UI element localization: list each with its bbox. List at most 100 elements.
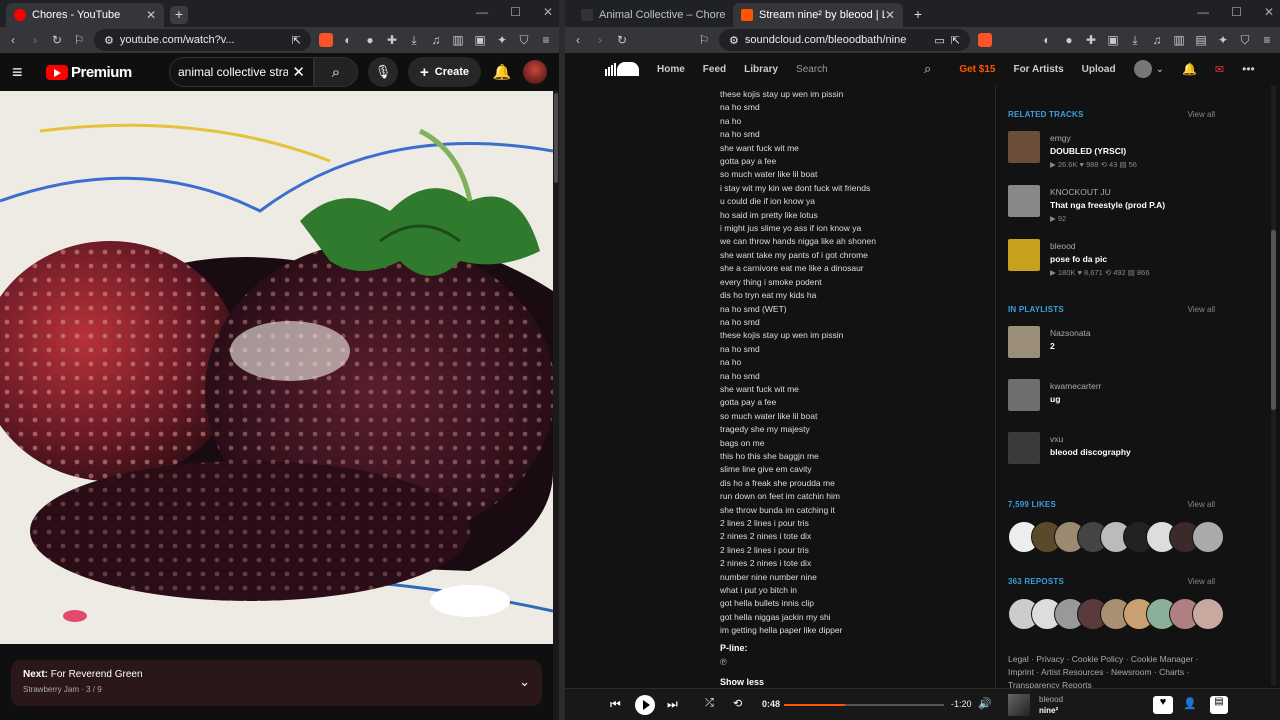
notifications-bell-icon[interactable]: 🔔 bbox=[491, 63, 513, 81]
back-icon[interactable]: ‹ bbox=[6, 33, 20, 47]
related-view-all-link[interactable]: View all bbox=[1188, 110, 1215, 119]
playlists-view-all-link[interactable]: View all bbox=[1188, 305, 1215, 314]
progress-bar[interactable] bbox=[784, 704, 944, 706]
create-button[interactable]: + Create bbox=[407, 57, 481, 87]
close-tab-icon[interactable]: ✕ bbox=[885, 8, 895, 22]
page-scrollbar[interactable] bbox=[1271, 85, 1276, 685]
address-bar[interactable]: ⚙ soundcloud.com/bleoodbath/nine ▭ ⇱ bbox=[719, 29, 970, 51]
item-user[interactable]: KNOCKOUT JU bbox=[1050, 187, 1111, 197]
shuffle-icon[interactable]: ⤮ bbox=[705, 697, 714, 710]
search-icon[interactable]: ⌕ bbox=[924, 61, 931, 77]
voice-search-button[interactable]: 🎙 bbox=[367, 57, 398, 87]
playlist-item[interactable]: vxu bleood discography bbox=[1008, 432, 1228, 466]
search-button[interactable]: ⌕ bbox=[313, 57, 358, 87]
video-player[interactable] bbox=[0, 91, 553, 644]
media-icon[interactable]: ♫ bbox=[1150, 33, 1164, 47]
playlist-item[interactable]: kwamecarterr ug bbox=[1008, 379, 1228, 413]
sidebar-icon[interactable]: ▥ bbox=[1172, 33, 1186, 47]
item-title[interactable]: ug bbox=[1050, 394, 1060, 404]
queue-icon[interactable]: ▤ bbox=[1210, 696, 1228, 714]
artwork-thumbnail[interactable] bbox=[1008, 239, 1040, 271]
nav-for-artists[interactable]: For Artists bbox=[1013, 64, 1063, 75]
share-icon[interactable]: ⇱ bbox=[951, 34, 960, 47]
maximize-icon[interactable]: ☐ bbox=[510, 5, 521, 19]
item-user[interactable]: bleood bbox=[1050, 241, 1076, 251]
media-icon[interactable]: ♫ bbox=[429, 33, 443, 47]
reposts-heading[interactable]: 363 REPOSTS bbox=[1008, 577, 1064, 586]
wallet-icon[interactable]: ▤ bbox=[1194, 33, 1208, 47]
footer-links[interactable]: Legal · Privacy · Cookie Policy · Cookie… bbox=[1008, 653, 1218, 688]
item-title[interactable]: That nga freestyle (prod P.A) bbox=[1050, 200, 1165, 210]
notifications-bell-icon[interactable]: 🔔 bbox=[1182, 62, 1197, 76]
close-window-icon[interactable]: ✕ bbox=[1264, 5, 1274, 19]
close-tab-icon[interactable]: ✕ bbox=[146, 8, 156, 22]
likes-view-all-link[interactable]: View all bbox=[1188, 500, 1215, 509]
search-input[interactable]: animal collective strawb ✕ bbox=[168, 57, 314, 87]
close-window-icon[interactable]: ✕ bbox=[543, 5, 553, 19]
extension-icon[interactable]: ◐ bbox=[1040, 33, 1054, 47]
nav-feed[interactable]: Feed bbox=[703, 64, 726, 75]
now-playing-artwork[interactable] bbox=[1008, 694, 1030, 716]
avatar[interactable] bbox=[1192, 521, 1224, 553]
now-playing-title[interactable]: nine² bbox=[1039, 706, 1058, 715]
bookmark-icon[interactable]: ⚐ bbox=[697, 33, 711, 47]
item-title[interactable]: pose fo da pic bbox=[1050, 254, 1107, 264]
artwork-thumbnail[interactable] bbox=[1008, 432, 1040, 464]
related-track-item[interactable]: bleood pose fo da pic ▶ 180K ♥ 8,671 ⟲ 492… bbox=[1008, 239, 1228, 277]
site-info-icon[interactable]: ⚙ bbox=[729, 34, 739, 47]
leo-icon[interactable]: ✦ bbox=[1216, 33, 1230, 47]
extension-icon-2[interactable]: ● bbox=[1062, 33, 1076, 47]
minimize-icon[interactable]: — bbox=[1197, 5, 1209, 19]
download-icon[interactable]: ⤓ bbox=[1128, 33, 1142, 48]
clear-search-icon[interactable]: ✕ bbox=[292, 63, 305, 81]
avatar[interactable] bbox=[523, 60, 547, 84]
related-track-item[interactable]: emgy DOUBLED (YRSCI) ▶ 26.6K ♥ 988 ⟲ 43 ▤ … bbox=[1008, 131, 1228, 169]
vpn-icon[interactable]: ⛉ bbox=[1238, 33, 1252, 48]
nav-upload[interactable]: Upload bbox=[1082, 64, 1116, 75]
volume-icon[interactable]: 🔊 bbox=[978, 697, 992, 710]
brave-shields-icon[interactable] bbox=[978, 33, 992, 47]
play-button[interactable] bbox=[635, 695, 655, 715]
repeat-icon[interactable]: ⟲ bbox=[733, 697, 742, 710]
item-user[interactable]: kwamecarterr bbox=[1050, 381, 1101, 391]
next-track-icon[interactable]: ⏭ bbox=[667, 697, 678, 712]
maximize-icon[interactable]: ☐ bbox=[1231, 5, 1242, 19]
sidebar-icon[interactable]: ▥ bbox=[451, 33, 465, 47]
extensions-puzzle-icon[interactable]: ✚ bbox=[1084, 33, 1098, 47]
minimize-icon[interactable]: — bbox=[476, 5, 488, 19]
artwork-thumbnail[interactable] bbox=[1008, 185, 1040, 217]
menu-icon[interactable]: ≡ bbox=[1260, 33, 1274, 47]
download-icon[interactable]: ⤓ bbox=[407, 33, 421, 48]
wallet-icon[interactable]: ▣ bbox=[473, 33, 487, 47]
like-heart-icon[interactable]: ♥ bbox=[1153, 696, 1173, 714]
artwork-thumbnail[interactable] bbox=[1008, 131, 1040, 163]
now-playing-artist[interactable]: bleood bbox=[1039, 695, 1063, 704]
address-bar[interactable]: ⚙ youtube.com/watch?v... ⇱ bbox=[94, 29, 311, 51]
chevron-down-icon[interactable]: ⌄ bbox=[519, 674, 530, 690]
chevron-down-icon[interactable]: ⌄ bbox=[1156, 64, 1164, 75]
reload-icon[interactable]: ↻ bbox=[50, 33, 64, 47]
nav-library[interactable]: Library bbox=[744, 64, 778, 75]
related-track-item[interactable]: KNOCKOUT JU That nga freestyle (prod P.A)… bbox=[1008, 185, 1228, 223]
leo-icon[interactable]: ✦ bbox=[495, 33, 509, 47]
reposts-view-all-link[interactable]: View all bbox=[1188, 577, 1215, 586]
hamburger-menu-icon[interactable]: ≡ bbox=[12, 62, 36, 83]
nav-home[interactable]: Home bbox=[657, 64, 685, 75]
forward-icon[interactable]: › bbox=[28, 33, 42, 47]
extension-icon[interactable]: ◐ bbox=[341, 33, 355, 47]
item-title[interactable]: DOUBLED (YRSCI) bbox=[1050, 146, 1126, 156]
screenshot-icon[interactable]: ▣ bbox=[1106, 33, 1120, 47]
cast-icon[interactable]: ▭ bbox=[934, 34, 944, 47]
youtube-logo[interactable]: Premium bbox=[46, 64, 132, 81]
playlist-item[interactable]: Nazsonata 2 bbox=[1008, 326, 1228, 360]
item-title[interactable]: bleood discography bbox=[1050, 447, 1131, 457]
messages-icon[interactable]: ✉ bbox=[1215, 63, 1224, 76]
share-icon[interactable]: ⇱ bbox=[292, 34, 301, 47]
tab-genius[interactable]: Animal Collective – Chores Lyrics | Ge bbox=[573, 3, 733, 27]
item-user[interactable]: Nazsonata bbox=[1050, 328, 1091, 338]
bookmark-icon[interactable]: ⚐ bbox=[72, 33, 86, 47]
get-offer-link[interactable]: Get $15 bbox=[959, 64, 995, 75]
item-title[interactable]: 2 bbox=[1050, 341, 1055, 351]
menu-icon[interactable]: ≡ bbox=[539, 33, 553, 47]
tab-youtube[interactable]: Chores - YouTube ✕ bbox=[6, 3, 164, 27]
